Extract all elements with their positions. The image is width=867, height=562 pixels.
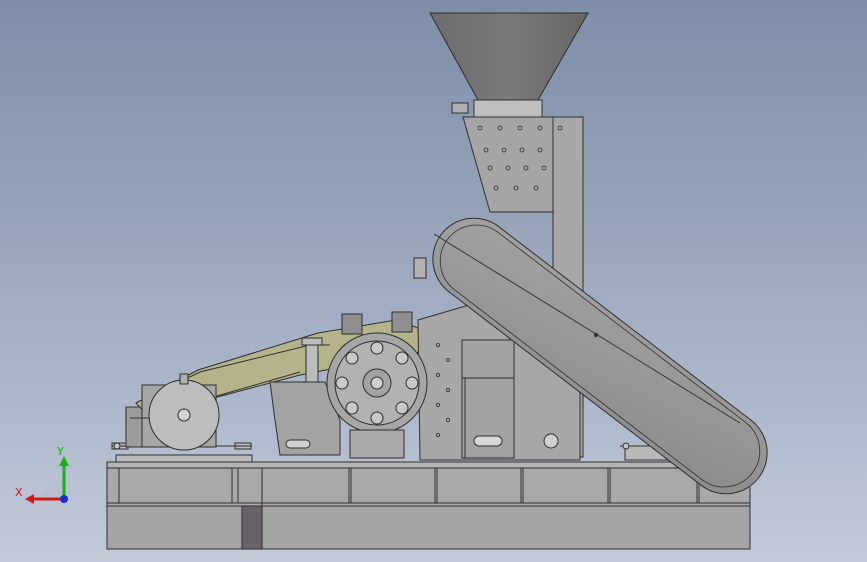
axis-dot-z bbox=[60, 495, 68, 503]
inspection-slot bbox=[473, 435, 503, 447]
axis-label-x: X bbox=[15, 486, 23, 499]
axis-triad: Y X bbox=[15, 445, 69, 504]
inspection-port bbox=[543, 433, 559, 449]
base-frame bbox=[106, 461, 751, 550]
crusher-assembly-drawing[interactable]: Y X bbox=[0, 0, 867, 562]
base-column bbox=[241, 505, 263, 550]
drive-motor bbox=[130, 373, 220, 451]
axis-plane-shadow bbox=[34, 478, 64, 500]
base-top-plate bbox=[106, 461, 751, 469]
axis-label-y: Y bbox=[56, 445, 64, 458]
base-upper-band bbox=[106, 467, 751, 507]
hopper-neck bbox=[473, 99, 543, 118]
feed-hopper bbox=[429, 12, 589, 101]
base-lower-band bbox=[106, 505, 751, 550]
side-boss bbox=[413, 257, 427, 279]
mid-frame-slot bbox=[285, 439, 311, 449]
cad-viewport[interactable]: Y X bbox=[0, 0, 867, 562]
